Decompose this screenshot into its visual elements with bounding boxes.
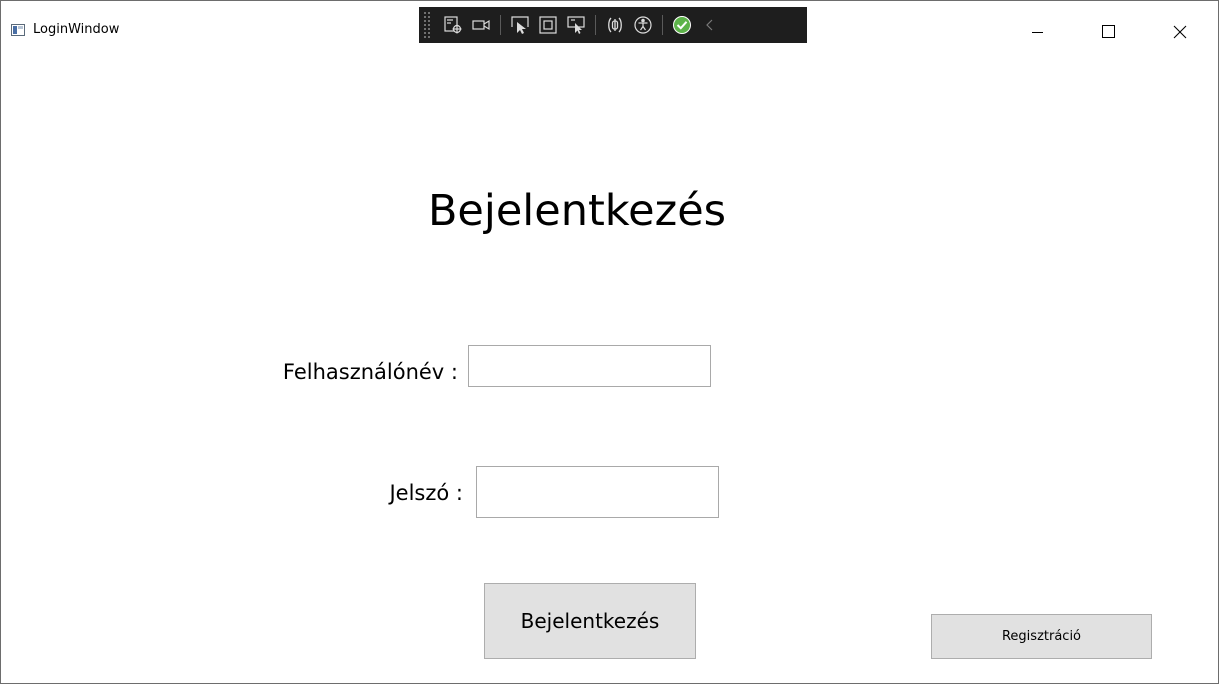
live-preview-icon[interactable] — [467, 11, 495, 39]
window-title: LoginWindow — [33, 22, 120, 37]
collapse-chevron-icon[interactable] — [696, 11, 724, 39]
toolbar-separator — [662, 15, 663, 35]
toolbar-grip[interactable] — [423, 11, 431, 39]
password-input[interactable] — [476, 466, 719, 518]
page-title: Bejelentkezés — [427, 186, 727, 236]
pointer-select-icon[interactable] — [506, 11, 534, 39]
minimize-icon — [1032, 32, 1043, 33]
maximize-button[interactable] — [1086, 9, 1132, 55]
login-button[interactable]: Bejelentkezés — [484, 583, 696, 659]
close-button[interactable] — [1157, 9, 1203, 55]
checkmark-icon[interactable] — [668, 11, 696, 39]
select-element-icon[interactable] — [439, 11, 467, 39]
toolbar-separator — [595, 15, 596, 35]
login-window: LoginWindow Bejelentkezés Felhasználónév… — [0, 0, 1219, 684]
password-label: Jelszó : — [389, 481, 463, 505]
username-input[interactable] — [468, 345, 711, 387]
display-layout-adorners-icon[interactable] — [534, 11, 562, 39]
track-focus-icon[interactable] — [562, 11, 590, 39]
maximize-icon — [1102, 25, 1115, 38]
xaml-debug-toolbar — [419, 7, 807, 43]
register-button[interactable]: Regisztráció — [931, 614, 1152, 659]
binding-failures-icon[interactable] — [601, 11, 629, 39]
username-label: Felhasználónév : — [282, 360, 458, 384]
accessibility-icon[interactable] — [629, 11, 657, 39]
toolbar-separator — [500, 15, 501, 35]
app-window-icon — [11, 24, 25, 36]
minimize-button[interactable] — [1015, 9, 1061, 55]
close-icon — [1173, 25, 1187, 39]
